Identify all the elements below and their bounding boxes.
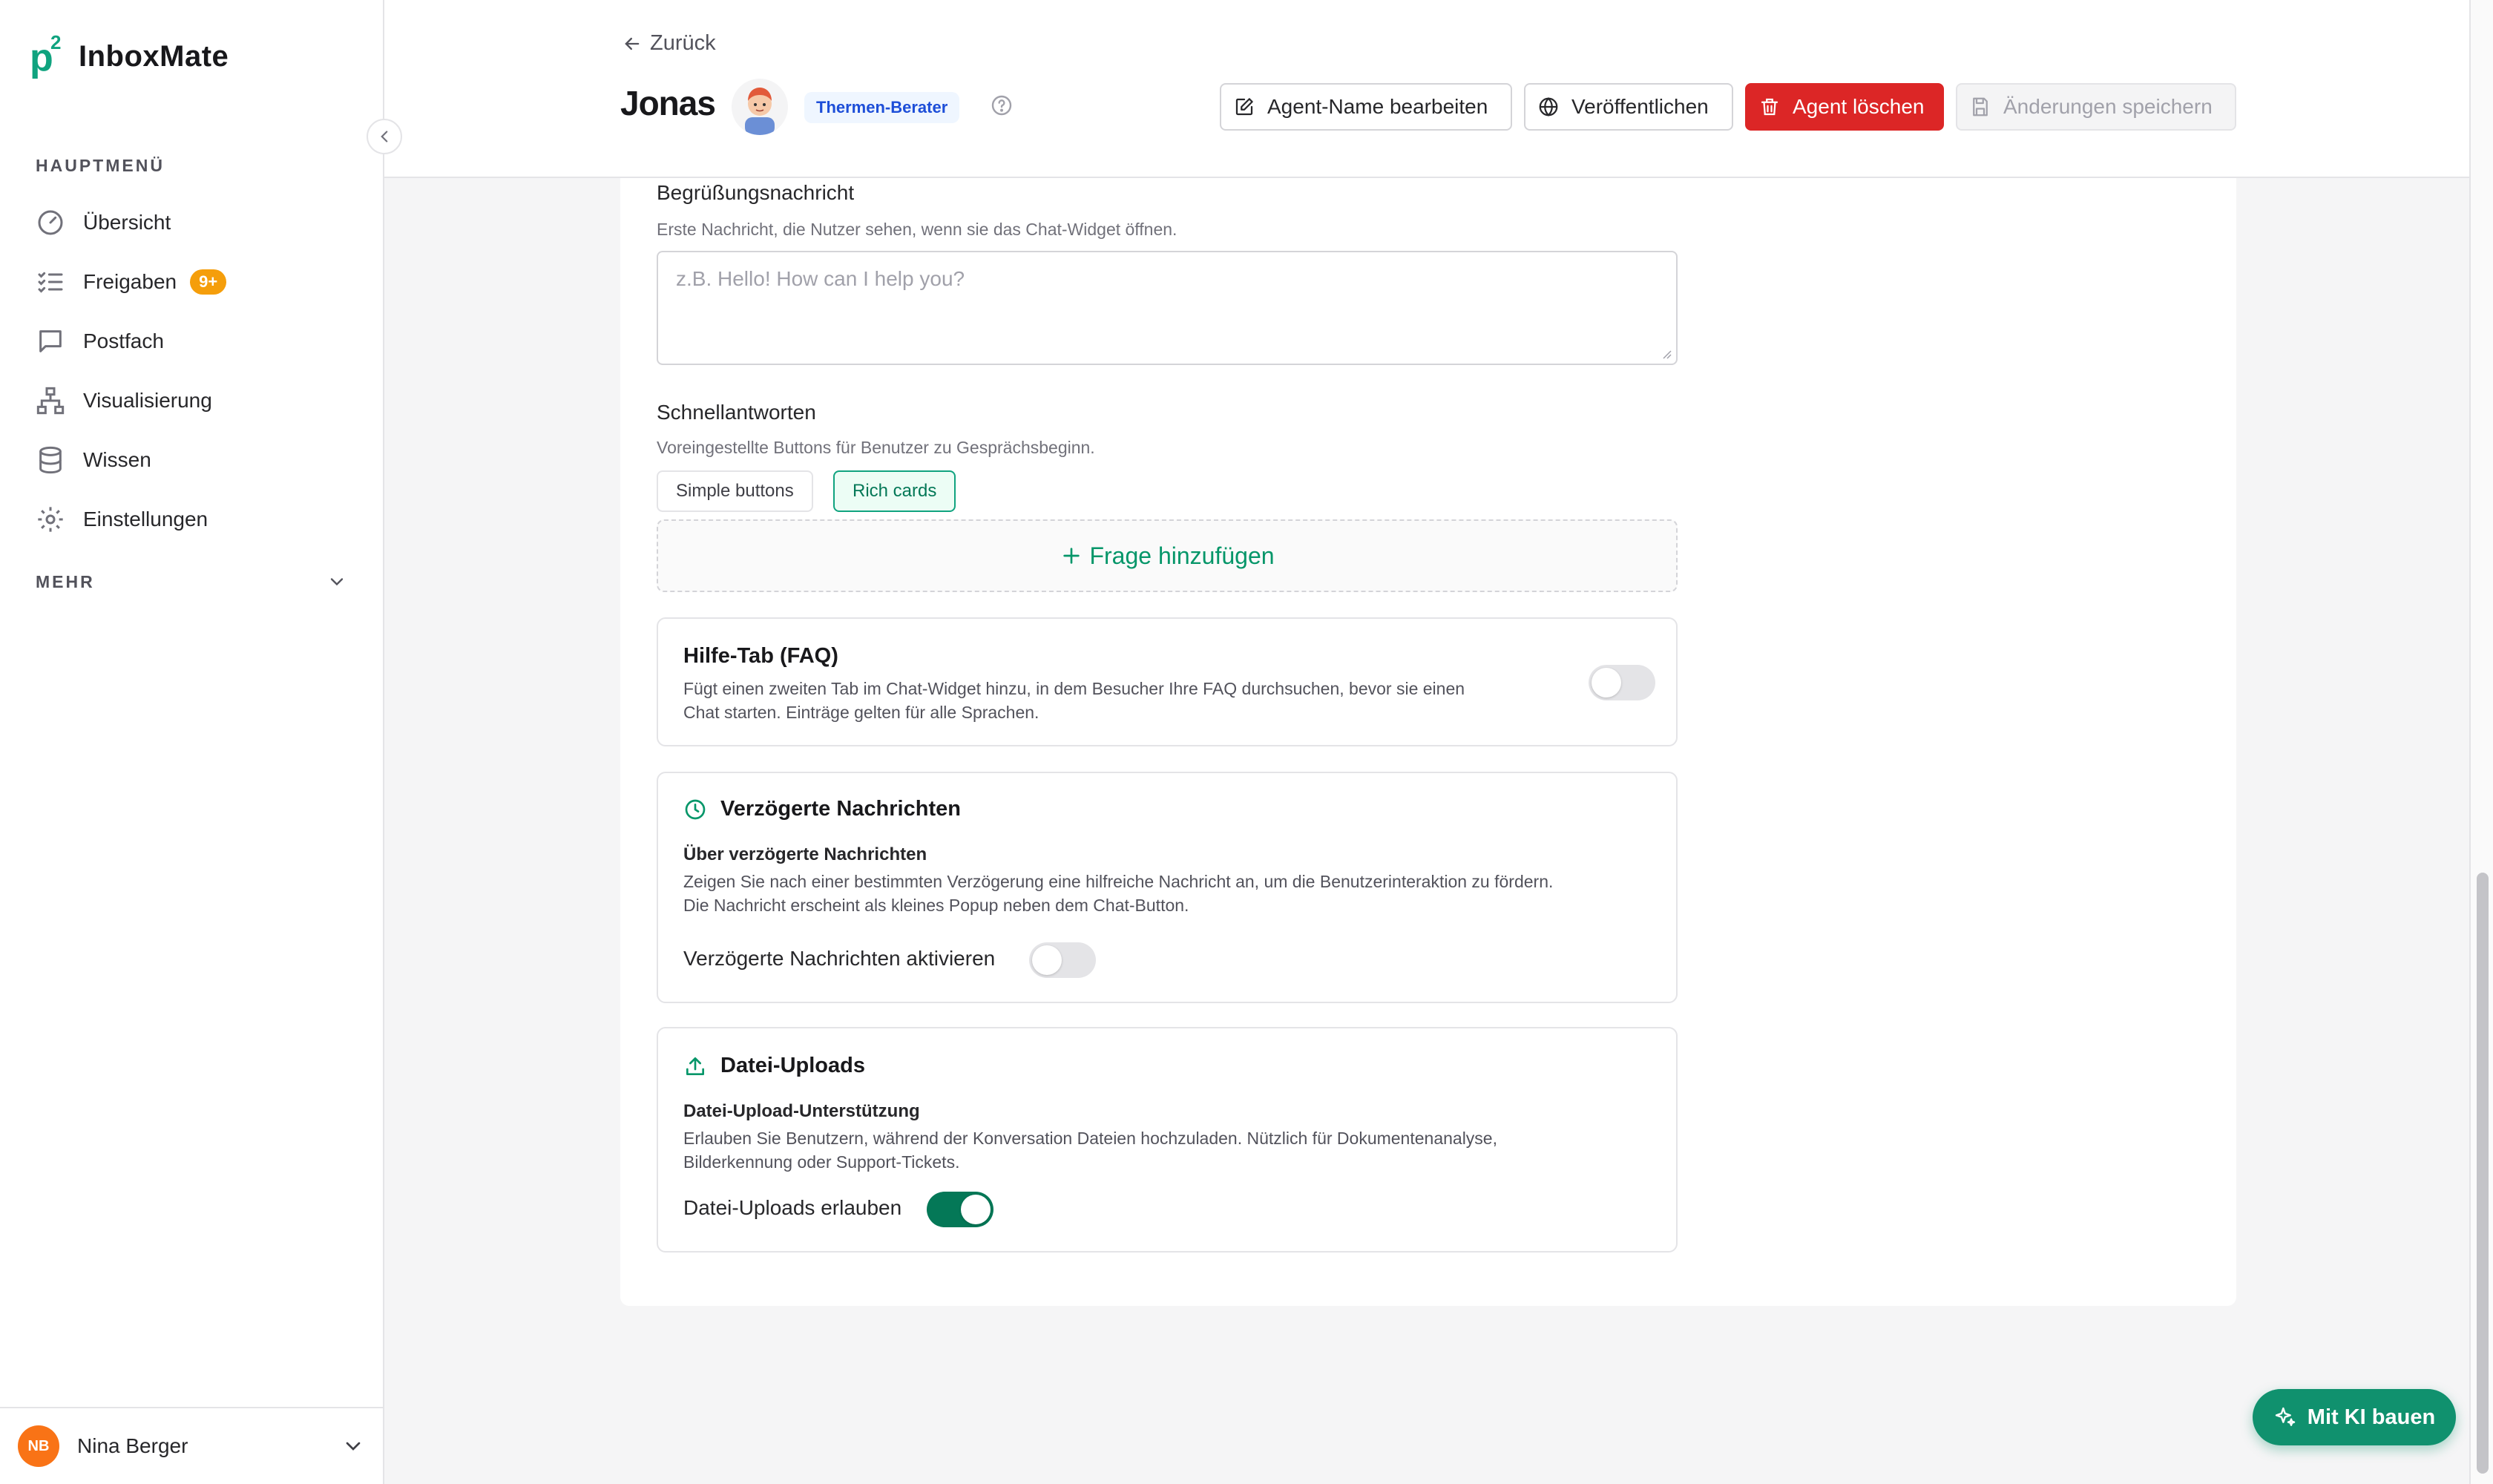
upload-icon [686,1057,704,1075]
sidebar-item-label: Freigaben [83,270,177,293]
gear-icon [38,507,63,532]
file-uploads-text-line-1: Erlauben Sie Benutzern, während der Konv… [683,1129,1497,1148]
logo[interactable]: p 2 InboxMate [30,31,229,79]
save-changes-button[interactable]: Änderungen speichern [1956,83,2236,131]
sidebar-item-approvals[interactable]: Freigaben 9+ [36,260,227,304]
logo-mark: p 2 [30,31,62,79]
faq-tab-card: Hilfe-Tab (FAQ) Fügt einen zweiten Tab i… [657,617,1678,746]
greeting-title: Begrüßungsnachricht [657,181,855,204]
faq-tab-toggle[interactable] [1589,665,1655,700]
help-circle-icon[interactable] [990,93,1014,121]
sidebar-item-settings[interactable]: Einstellungen [36,497,208,542]
back-link[interactable]: Zurück [622,31,716,56]
delayed-messages-toggle[interactable] [1029,942,1096,978]
section-label-main: HAUPTMENÜ [36,156,165,175]
role-badge: Thermen-Berater [804,92,960,123]
page-title: Jonas [620,84,716,122]
checklist-icon [38,272,63,293]
agent-avatar [732,79,788,135]
file-uploads-text-line-2: Bilderkennung oder Support-Tickets. [683,1152,960,1172]
sidebar-item-label: Einstellungen [83,508,208,531]
file-uploads-card: Datei-Uploads Datei-Upload-Unterstützung… [657,1027,1678,1252]
faq-tab-text-line-2: Chat starten. Einträge gelten für alle S… [683,703,1039,722]
sidebar-item-label: Übersicht [83,211,171,234]
avatar: NB [18,1425,59,1467]
add-question-button[interactable]: Frage hinzufügen [657,519,1678,592]
edit-agent-name-button[interactable]: Agent-Name bearbeiten [1220,83,1512,131]
sparkles-icon [2275,1407,2295,1426]
sidebar-item-knowledge[interactable]: Wissen [36,438,151,482]
toggle-knob [1032,945,1062,975]
agent-avatar-illustration [745,88,775,135]
mode-rich-cards[interactable]: Rich cards [833,470,956,512]
save-icon [1973,97,1988,116]
greeting-textarea[interactable]: z.B. Hello! How can I help you? [657,251,1678,365]
page-scrollbar[interactable] [2469,0,2493,1484]
quick-replies-title: Schnellantworten [657,401,816,424]
message-square-icon [39,330,62,352]
page-header: Zurück Jonas Thermen-Berater Agent-Name … [384,0,2469,178]
arrow-left-icon [625,37,640,50]
user-name: Nina Berger [77,1434,188,1457]
edit-icon [1235,98,1253,116]
delayed-messages-text-line-1: Zeigen Sie nach einer bestimmten Verzöge… [683,872,1554,891]
delayed-messages-subtitle: Über verzögerte Nachrichten [683,844,927,864]
delayed-messages-card: Verzögerte Nachrichten Über verzögerte N… [657,772,1678,1003]
file-uploads-toggle[interactable] [927,1192,993,1227]
clock-icon [685,799,706,819]
chevron-left-icon [381,131,388,142]
sidebar-item-label: Wissen [83,448,151,471]
greeting-placeholder: z.B. Hello! How can I help you? [676,267,965,290]
network-icon [36,387,65,415]
plus-icon [1063,548,1080,564]
delayed-messages-toggle-label: Verzögerte Nachrichten aktivieren [683,947,996,970]
sidebar-item-visualization[interactable]: Visualisierung [36,378,212,423]
approvals-count-badge: 9+ [190,269,227,295]
delayed-messages-text-line-2: Die Nachricht erscheint als kleines Popu… [683,896,1189,915]
chevron-down-icon [346,1442,361,1451]
delayed-messages-title: Verzögerte Nachrichten [683,797,961,821]
delete-agent-button[interactable]: Agent löschen [1745,83,1944,131]
sidebar-item-label: Postfach [83,329,164,352]
user-menu[interactable]: NB Nina Berger [0,1407,383,1484]
app-name: InboxMate [79,39,229,73]
publish-button[interactable]: Veröffentlichen [1524,83,1733,131]
greeting-subtitle: Erste Nachricht, die Nutzer sehen, wenn … [657,220,1177,239]
scrollbar-thumb[interactable] [2477,873,2489,1474]
database-icon [39,446,62,474]
build-with-ai-button[interactable]: Mit KI bauen [2253,1389,2456,1445]
quick-replies-subtitle: Voreingestellte Buttons für Benutzer zu … [657,438,1095,457]
toggle-knob [961,1195,991,1224]
file-uploads-toggle-label: Datei-Uploads erlauben [683,1196,902,1219]
mode-simple-buttons[interactable]: Simple buttons [657,470,813,512]
toggle-knob [1592,668,1621,697]
sidebar-item-label: Visualisierung [83,389,212,412]
faq-tab-title: Hilfe-Tab (FAQ) [683,644,838,668]
sidebar-item-inbox[interactable]: Postfach [36,319,164,364]
faq-tab-text-line-1: Fügt einen zweiten Tab im Chat-Widget hi… [683,679,1465,698]
chevron-down-icon [330,578,344,586]
resize-handle-icon[interactable] [1661,349,1672,359]
trash-icon [1761,98,1778,116]
sidebar-item-overview[interactable]: Übersicht [36,200,171,245]
file-uploads-subtitle: Datei-Upload-Unterstützung [683,1101,920,1121]
collapse-sidebar-button[interactable] [367,119,402,154]
more-section-toggle[interactable]: MEHR [36,571,347,592]
file-uploads-title: Datei-Uploads [683,1054,865,1078]
sidebar: p 2 InboxMate HAUPTMENÜ Übersicht Freiga… [0,0,384,1484]
section-label-more: MEHR [36,571,95,591]
gauge-icon [38,210,63,235]
globe-icon [1539,97,1558,116]
